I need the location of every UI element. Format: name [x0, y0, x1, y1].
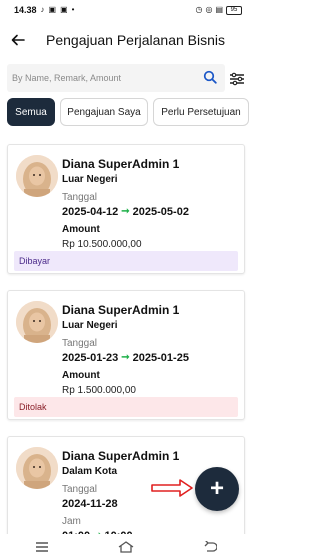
search-box	[7, 64, 225, 92]
filter-tabs: Semua Pengajuan Saya Perlu Persetujuan	[7, 98, 252, 126]
alarm-icon: ◷	[195, 5, 203, 14]
date-range: 2025-01-23 ➞ 2025-01-25	[62, 351, 240, 365]
avatar-photo-icon	[16, 447, 58, 489]
status-time: 14.38	[14, 5, 37, 15]
back-nav-icon	[204, 541, 217, 552]
page-title: Pengajuan Perjalanan Bisnis	[46, 32, 226, 48]
avatar-photo-icon	[16, 155, 58, 197]
add-request-button[interactable]: +	[195, 467, 239, 511]
status-right: ◷ ◎ ▤ 95	[195, 5, 242, 15]
filter-sliders-icon[interactable]	[229, 71, 245, 87]
trip-card[interactable]: Diana SuperAdmin 1 Luar Negeri Tanggal 2…	[7, 144, 245, 274]
plus-icon: +	[209, 475, 224, 502]
back-button[interactable]	[0, 22, 36, 58]
back-nav-button[interactable]	[195, 537, 225, 557]
card-body: Diana SuperAdmin 1 Luar Negeri Tanggal 2…	[62, 157, 240, 251]
home-icon	[118, 541, 134, 553]
date-label: Tanggal	[62, 338, 98, 349]
card-body: Diana SuperAdmin 1 Luar Negeri Tanggal 2…	[62, 303, 240, 397]
amount-value: Rp 1.500.000,00	[62, 385, 136, 396]
trip-card[interactable]: Diana SuperAdmin 1 Luar Negeri Tanggal 2…	[7, 290, 245, 420]
trip-type: Luar Negeri	[62, 320, 118, 331]
start-date: 2025-01-23	[62, 352, 119, 364]
search-input[interactable]	[7, 64, 192, 92]
dot-icon: •	[71, 5, 75, 14]
menu-lines-icon	[36, 542, 48, 552]
wifi-icon: ◎	[205, 5, 213, 14]
requester-name: Diana SuperAdmin 1	[62, 303, 180, 317]
battery-icon: 95	[226, 5, 242, 15]
requester-name: Diana SuperAdmin 1	[62, 449, 180, 463]
arrow-left-icon	[11, 34, 25, 46]
annotation-arrow-icon	[151, 479, 193, 497]
notification-icon: ♪	[40, 5, 45, 14]
date-range: 2025-04-12 ➞ 2025-05-02	[62, 205, 240, 219]
arrow-right-icon: ➞	[121, 352, 130, 363]
end-date: 2025-05-02	[132, 206, 189, 218]
arrow-right-icon: ➞	[121, 206, 130, 217]
tab-semua[interactable]: Semua	[7, 98, 55, 126]
search-row	[0, 64, 252, 94]
trip-type: Luar Negeri	[62, 174, 118, 185]
recent-apps-button[interactable]	[27, 537, 57, 557]
tab-perlu-persetujuan[interactable]: Perlu Persetujuan	[153, 98, 249, 126]
notification-icon: ▣	[48, 5, 57, 14]
avatar	[16, 301, 58, 343]
start-date: 2024-11-28	[62, 498, 118, 510]
requester-name: Diana SuperAdmin 1	[62, 157, 180, 171]
notification-icon: ▣	[60, 5, 68, 14]
amount-label: Amount	[62, 224, 100, 235]
status-bar: 14.38 ♪ ▣ ▣ • ◷ ◎ ▤ 95	[0, 0, 252, 20]
system-nav-bar	[0, 534, 252, 560]
battery-level: 95	[230, 7, 238, 13]
time-label: Jam	[62, 516, 81, 527]
app-header: Pengajuan Perjalanan Bisnis	[0, 22, 252, 58]
avatar	[16, 447, 58, 489]
avatar-photo-icon	[16, 301, 58, 343]
tab-pengajuan-saya[interactable]: Pengajuan Saya	[60, 98, 148, 126]
status-left: 14.38 ♪ ▣ ▣ •	[14, 5, 74, 15]
amount-value: Rp 10.500.000,00	[62, 239, 142, 250]
home-button[interactable]	[111, 537, 141, 557]
date-label: Tanggal	[62, 192, 98, 203]
status-badge: Ditolak	[14, 397, 238, 417]
status-badge: Dibayar	[14, 251, 238, 271]
search-icon[interactable]	[203, 70, 217, 84]
amount-label: Amount	[62, 370, 100, 381]
end-date: 2025-01-25	[132, 352, 189, 364]
signal-icon: ▤	[215, 5, 223, 14]
start-date: 2025-04-12	[62, 206, 119, 218]
avatar	[16, 155, 58, 197]
